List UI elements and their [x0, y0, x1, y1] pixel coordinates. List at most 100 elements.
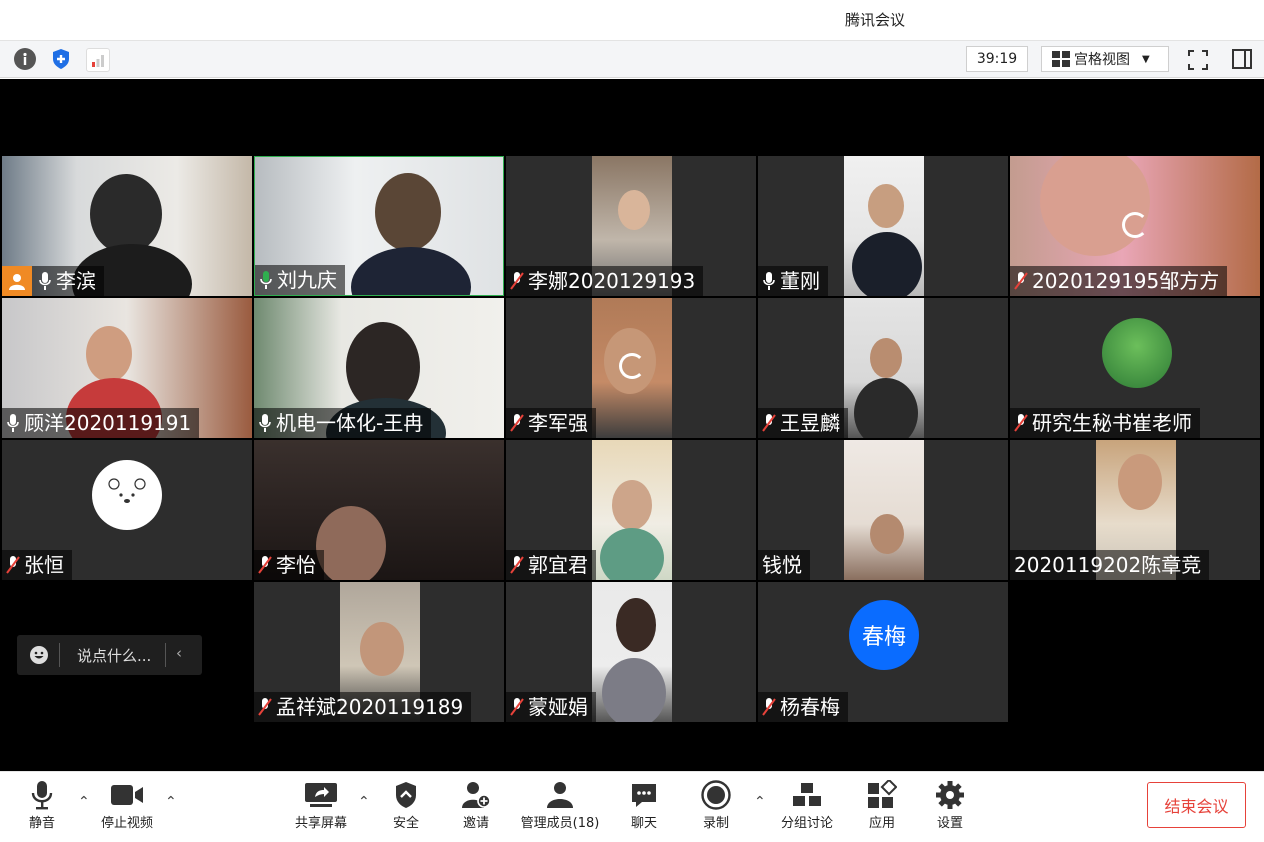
- video-tile[interactable]: 钱悦: [758, 440, 1008, 580]
- video-tile[interactable]: 孟祥斌2020119189: [254, 582, 504, 722]
- video-tile[interactable]: 张恒: [2, 440, 252, 580]
- stop-video-label: 停止视频: [100, 816, 153, 831]
- participant-name: 2020119202陈章竞: [1014, 553, 1202, 577]
- chat-button[interactable]: 聊天: [626, 778, 662, 836]
- mic-icon: [39, 272, 51, 290]
- mic-muted-icon: [1014, 272, 1028, 290]
- share-screen-button[interactable]: 共享屏幕: [290, 778, 352, 836]
- microphone-icon: [31, 781, 53, 810]
- video-tile[interactable]: 李军强: [506, 298, 756, 438]
- mic-active-icon: [260, 271, 272, 289]
- record-label: 录制: [702, 816, 729, 831]
- breakout-rooms-label: 分组讨论: [780, 816, 833, 831]
- meeting-timer: 39:19: [966, 46, 1028, 72]
- participant-name: 刘九庆: [277, 268, 337, 292]
- chat-input-box[interactable]: 说点什么... ‹: [17, 635, 202, 675]
- apps-button[interactable]: 应用: [864, 778, 900, 836]
- breakout-icon: [793, 783, 821, 806]
- info-icon[interactable]: [14, 48, 36, 70]
- gear-icon: [936, 781, 964, 809]
- participant-name: 杨春梅: [780, 695, 840, 719]
- record-button[interactable]: 录制: [696, 778, 736, 836]
- manage-members-button[interactable]: 管理成员(18): [516, 778, 604, 836]
- participant-name: 顾洋2020119191: [24, 411, 192, 435]
- invite-label: 邀请: [462, 816, 489, 831]
- participant-name-tag: 蒙娅娟: [506, 692, 596, 722]
- mic-icon: [763, 272, 775, 290]
- participant-name-tag: 李怡: [254, 550, 324, 580]
- participant-name: 王昱麟: [780, 411, 840, 435]
- end-meeting-button[interactable]: 结束会议: [1147, 782, 1246, 828]
- participant-name: 研究生秘书崔老师: [1032, 411, 1192, 435]
- mic-muted-icon: [762, 414, 776, 432]
- signal-icon[interactable]: [86, 48, 110, 72]
- participant-name: 李娜2020129193: [528, 269, 696, 293]
- participant-name-tag: 机电一体化-王冉: [254, 408, 432, 438]
- settings-button[interactable]: 设置: [932, 778, 968, 836]
- video-tile[interactable]: 顾洋2020119191: [2, 298, 252, 438]
- shield-icon[interactable]: [50, 48, 72, 70]
- emoji-icon[interactable]: [29, 645, 49, 669]
- camera-icon: [111, 785, 143, 805]
- video-tile[interactable]: 机电一体化-王冉: [254, 298, 504, 438]
- video-tile[interactable]: 郭宜君: [506, 440, 756, 580]
- video-tile[interactable]: 王昱麟: [758, 298, 1008, 438]
- video-tile[interactable]: 蒙娅娟: [506, 582, 756, 722]
- mic-muted-icon: [762, 698, 776, 716]
- mic-muted-icon: [510, 698, 524, 716]
- mute-label: 静音: [28, 816, 55, 831]
- participant-name-tag: 刘九庆: [255, 265, 345, 295]
- divider: [165, 643, 166, 667]
- apps-label: 应用: [868, 816, 895, 831]
- security-shield-icon: [396, 782, 416, 808]
- video-tile[interactable]: 李娜2020129193: [506, 156, 756, 296]
- mic-icon: [259, 414, 271, 432]
- mic-icon: [7, 414, 19, 432]
- fullscreen-icon[interactable]: [1187, 49, 1209, 71]
- participant-name: 李滨: [56, 269, 96, 293]
- title-bar: 腾讯会议: [0, 0, 1264, 40]
- mic-muted-icon: [6, 556, 20, 574]
- view-label: 宫格视图: [1074, 52, 1130, 68]
- mic-muted-icon: [510, 556, 524, 574]
- mic-muted-icon: [1014, 414, 1028, 432]
- invite-button[interactable]: 邀请: [456, 778, 496, 836]
- participant-name-tag: 张恒: [2, 550, 72, 580]
- mic-muted-icon: [258, 556, 272, 574]
- chevron-up-icon[interactable]: ⌃: [165, 794, 177, 810]
- sidebar-toggle-icon[interactable]: [1231, 48, 1253, 70]
- video-tile-active-speaker[interactable]: 刘九庆: [254, 156, 504, 296]
- mute-button[interactable]: 静音: [22, 778, 62, 836]
- video-tile[interactable]: 董刚: [758, 156, 1008, 296]
- chat-placeholder[interactable]: 说点什么...: [77, 645, 151, 666]
- participant-name: 蒙娅娟: [528, 695, 588, 719]
- bear-avatar-icon: [108, 478, 146, 503]
- members-icon: [547, 782, 573, 808]
- chevron-left-icon[interactable]: ‹: [176, 644, 182, 662]
- share-screen-icon: [305, 783, 337, 807]
- control-bar: 静音 ⌃ 停止视频 ⌃ 共享屏幕 ⌃ 安全 邀请 管理成员(18) 聊天 录制 …: [0, 771, 1264, 842]
- record-icon: [701, 780, 731, 810]
- participant-name-tag: 2020129195邹方方: [1010, 266, 1228, 296]
- top-toolbar: 39:19 宫格视图 ▼: [0, 40, 1264, 78]
- chevron-up-icon[interactable]: ⌃: [358, 794, 370, 810]
- stop-video-button[interactable]: 停止视频: [94, 778, 160, 836]
- participant-name-tag: 钱悦: [758, 550, 810, 580]
- participant-name-tag: 杨春梅: [758, 692, 848, 722]
- video-tile[interactable]: 2020119202陈章竞: [1010, 440, 1260, 580]
- chevron-up-icon[interactable]: ⌃: [754, 794, 766, 810]
- mic-muted-icon: [510, 272, 524, 290]
- participant-name: 董刚: [780, 269, 820, 293]
- security-button[interactable]: 安全: [388, 778, 424, 836]
- video-tile[interactable]: 李怡: [254, 440, 504, 580]
- video-tile[interactable]: 2020129195邹方方: [1010, 156, 1260, 296]
- participant-name-tag: 王昱麟: [758, 408, 848, 438]
- video-tile[interactable]: 春梅 杨春梅: [758, 582, 1008, 722]
- video-tile[interactable]: 李滨: [2, 156, 252, 296]
- view-selector[interactable]: 宫格视图 ▼: [1041, 46, 1169, 72]
- chevron-up-icon[interactable]: ⌃: [78, 794, 90, 810]
- breakout-rooms-button[interactable]: 分组讨论: [776, 778, 838, 836]
- security-label: 安全: [392, 816, 419, 831]
- participant-name-tag: 李滨: [2, 266, 104, 296]
- video-tile[interactable]: 研究生秘书崔老师: [1010, 298, 1260, 438]
